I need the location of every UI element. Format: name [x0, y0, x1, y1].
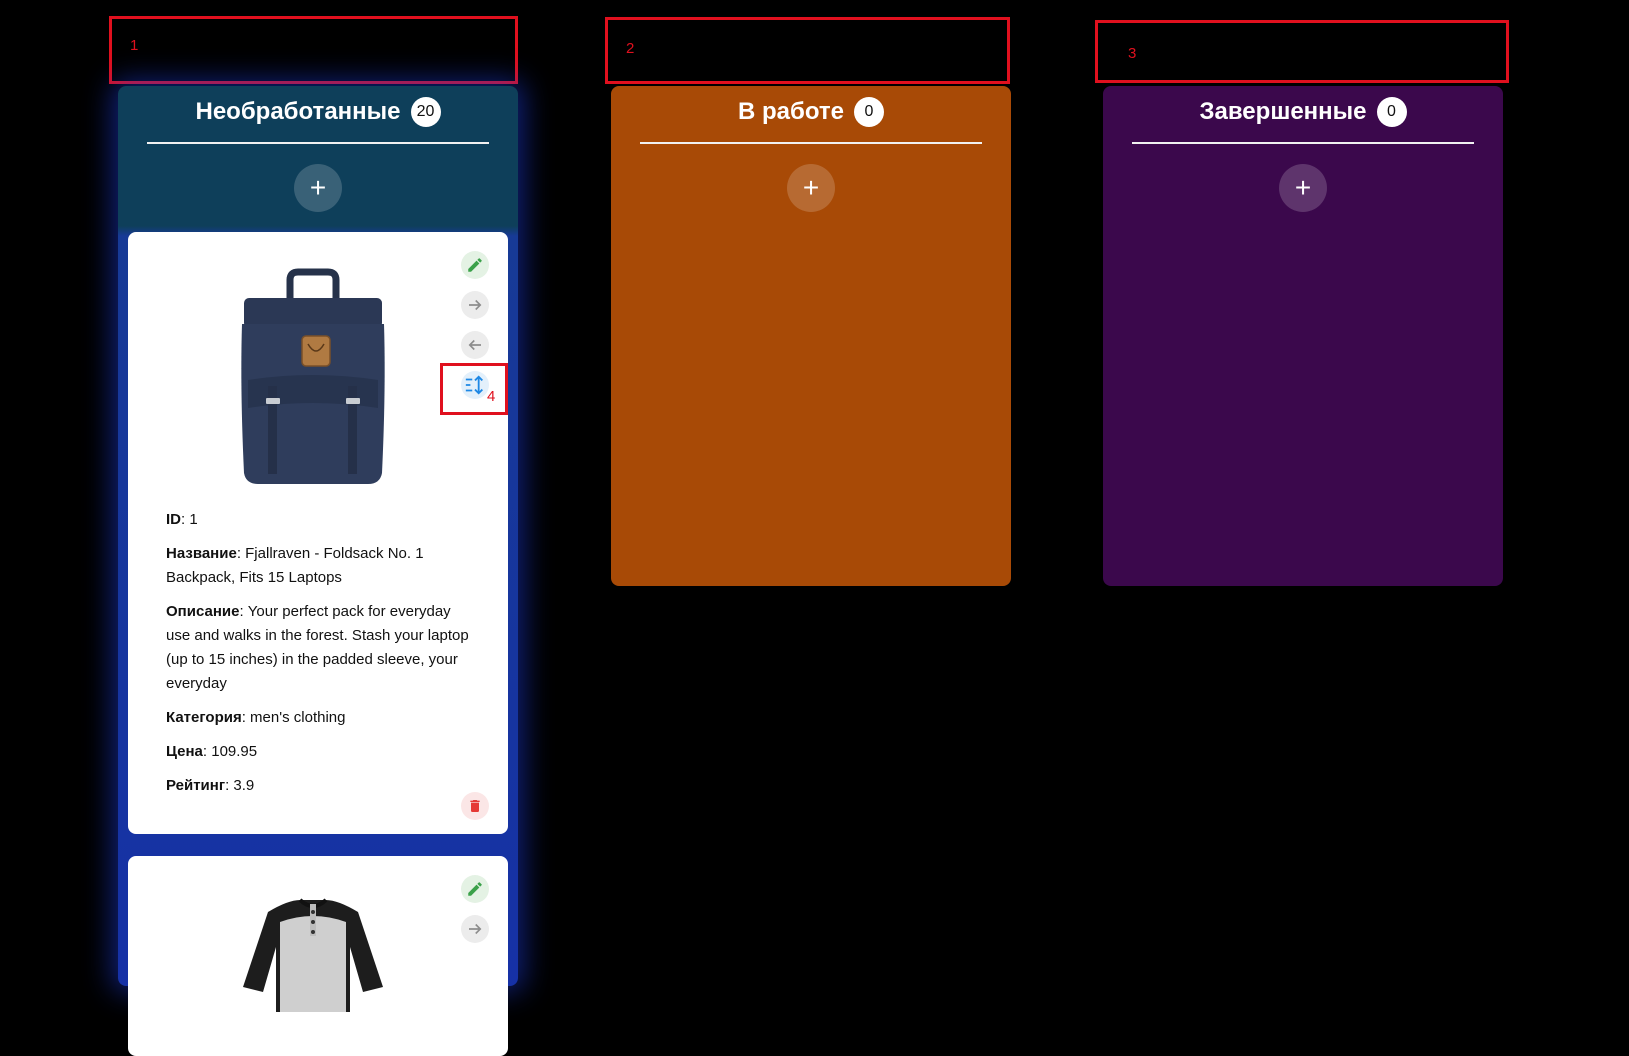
annotation-label-1: 1 [130, 37, 139, 54]
column-title: Завершенные [1199, 98, 1367, 125]
product-fields: ID: 1 Название: Fjallraven - Foldsack No… [166, 508, 478, 808]
move-forward-button[interactable] [461, 915, 489, 943]
arrow-right-icon [469, 923, 482, 935]
add-card-button[interactable]: + [294, 164, 342, 212]
product-image-backpack [238, 268, 388, 490]
field-id: ID: 1 [166, 511, 198, 528]
product-image-shirt [238, 892, 388, 1012]
column-title: В работе [738, 98, 844, 125]
column-unprocessed: Необработанные 20 + ID: 1 Название: Fjal… [118, 86, 518, 1056]
field-price: Цена: 109.95 [166, 743, 258, 760]
add-card-button[interactable]: + [1279, 164, 1327, 212]
annotation-box-2 [605, 17, 1010, 84]
column-count-badge: 20 [410, 97, 441, 127]
pencil-icon [468, 882, 482, 896]
move-back-button[interactable] [461, 331, 489, 359]
trash-icon [470, 800, 480, 812]
column-header: Необработанные 20 [147, 97, 489, 144]
annotation-label-4: 4 [487, 388, 496, 405]
column-count-badge: 0 [854, 97, 884, 127]
field-category: Категория: men's clothing [166, 709, 346, 726]
column-count-badge: 0 [1376, 97, 1407, 127]
column-header: В работе 0 [640, 97, 982, 144]
column-header: Завершенные 0 [1132, 97, 1474, 144]
annotation-label-2: 2 [626, 40, 635, 57]
arrow-right-icon [469, 299, 482, 311]
delete-button[interactable] [461, 792, 489, 820]
annotation-label-3: 3 [1128, 45, 1137, 62]
product-card: ID: 1 Название: Fjallraven - Foldsack No… [128, 232, 508, 834]
edit-button[interactable] [461, 875, 489, 903]
product-card [128, 856, 508, 1056]
annotation-box-3 [1095, 20, 1509, 83]
edit-button[interactable] [461, 251, 489, 279]
field-description: Описание: Your perfect pack for everyday… [166, 603, 469, 692]
column-in-progress: В работе 0 + [611, 86, 1011, 586]
pencil-icon [468, 258, 482, 272]
field-name: Название: Fjallraven - Foldsack No. 1 Ba… [166, 545, 424, 586]
column-done: Завершенные 0 + [1103, 86, 1503, 586]
arrow-left-icon [468, 339, 481, 351]
column-title: Необработанные [195, 98, 401, 125]
field-rating: Рейтинг: 3.9 [166, 777, 255, 794]
annotation-box-1 [109, 16, 518, 84]
move-forward-button[interactable] [461, 291, 489, 319]
add-card-button[interactable]: + [787, 164, 835, 212]
annotation-box-4 [440, 363, 508, 415]
